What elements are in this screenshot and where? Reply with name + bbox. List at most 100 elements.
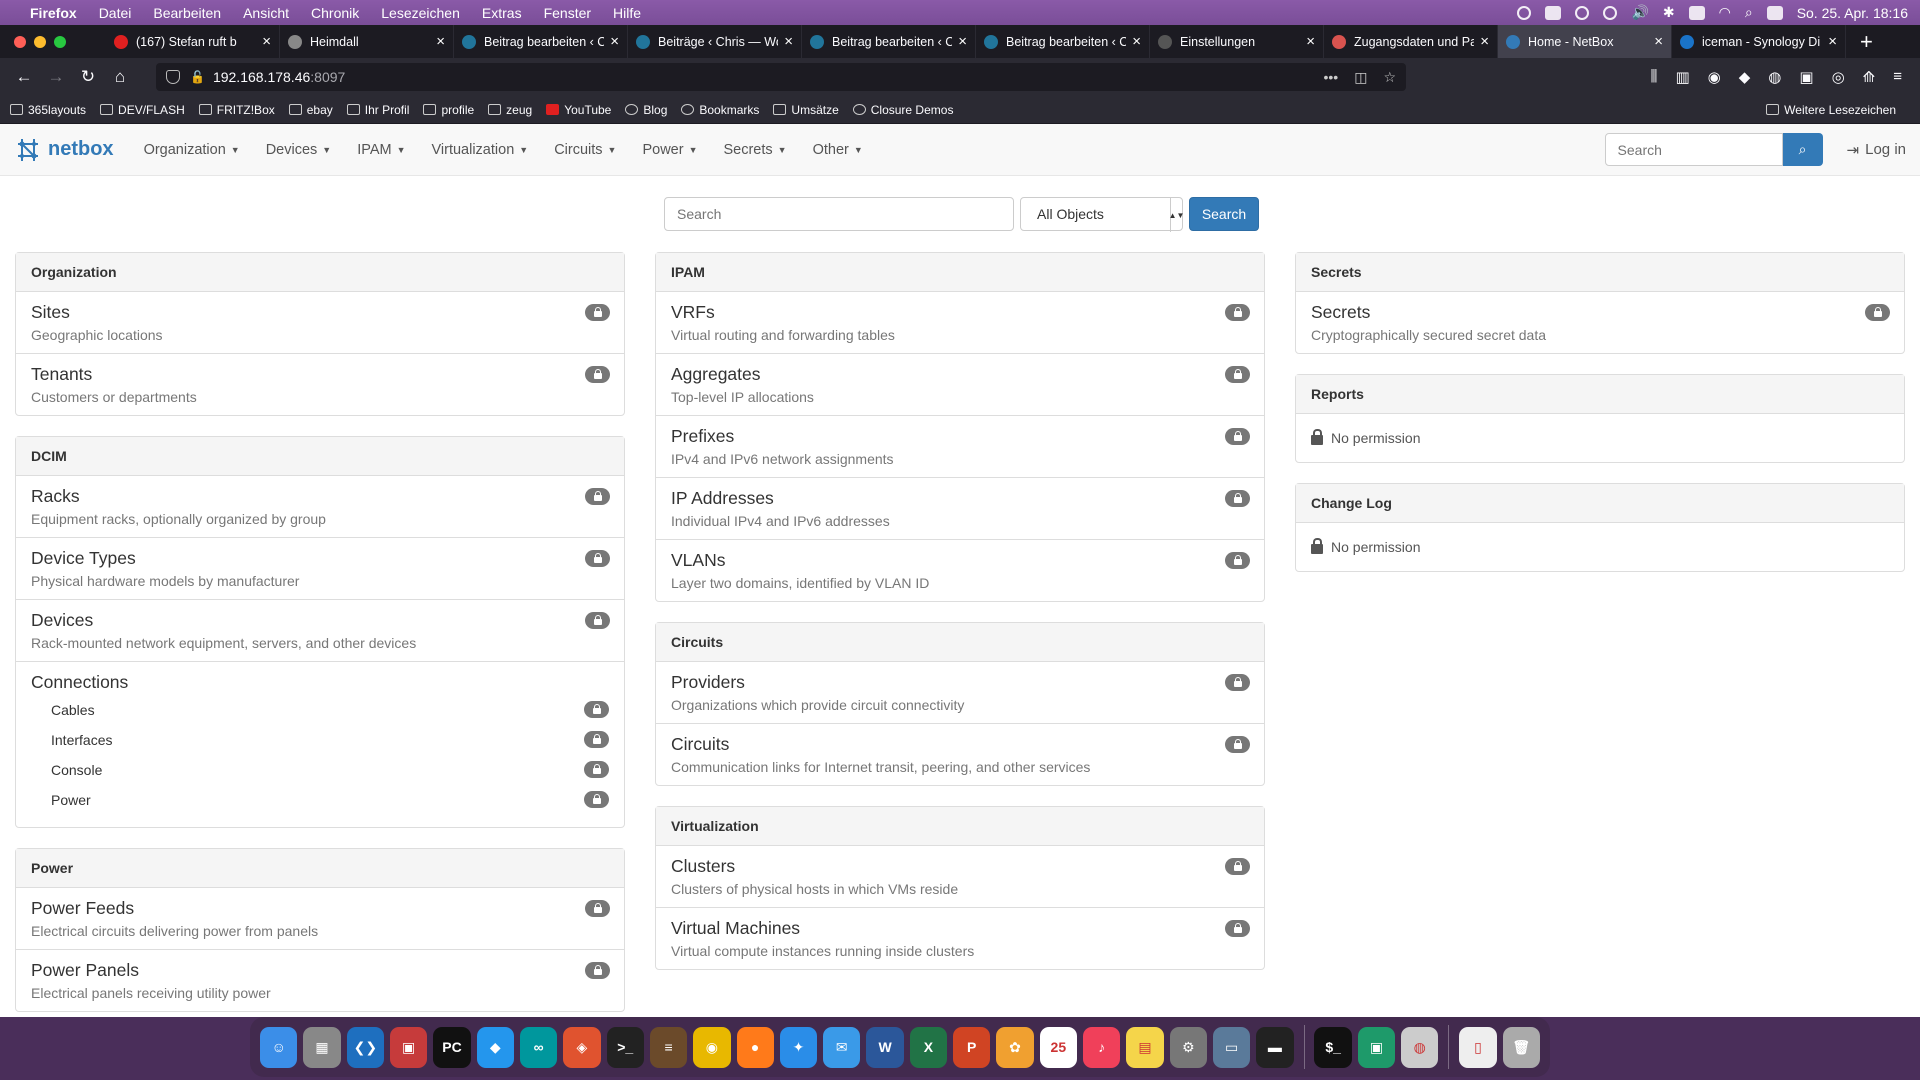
connection-label[interactable]: Power [51, 792, 91, 808]
launchpad-icon[interactable]: ▦ [303, 1026, 341, 1068]
excel-icon[interactable]: X [909, 1026, 948, 1068]
close-icon[interactable]: × [958, 33, 967, 50]
close-icon[interactable]: × [784, 33, 793, 50]
close-icon[interactable]: × [610, 33, 619, 50]
console-icon[interactable]: ▬ [1256, 1026, 1294, 1068]
item-title[interactable]: Racks [31, 486, 609, 507]
browser-tab[interactable]: Beitrag bearbeiten ‹ C × [976, 25, 1150, 58]
forward-icon[interactable]: → [40, 67, 72, 87]
spotlight-icon[interactable]: ⌕ [1745, 4, 1753, 21]
reload-icon[interactable]: ↻ [72, 67, 104, 87]
panel-item-ip-addresses[interactable]: IP Addresses Individual IPv4 and IPv6 add… [656, 478, 1264, 540]
close-icon[interactable]: × [1306, 33, 1315, 50]
panel-item-secrets[interactable]: Secrets Cryptographically secured secret … [1296, 292, 1904, 353]
trash-icon[interactable]: 🗑 [1502, 1026, 1540, 1068]
item-title[interactable]: Power Panels [31, 960, 609, 981]
control-center-icon[interactable] [1766, 5, 1783, 20]
connection-console[interactable]: Console [31, 757, 609, 787]
panel-item-prefixes[interactable]: Prefixes IPv4 and IPv6 network assignment… [656, 416, 1264, 478]
zoom-window-button[interactable] [54, 35, 66, 48]
panel-item-providers[interactable]: Providers Organizations which provide cir… [656, 662, 1264, 724]
volume-icon[interactable]: 🔊 [1631, 4, 1648, 21]
documents-icon[interactable]: ▯ [1459, 1026, 1497, 1068]
close-window-button[interactable] [14, 35, 26, 48]
photos-icon[interactable]: ✿ [996, 1026, 1034, 1068]
bookmark-item[interactable]: Umsätze [773, 103, 839, 117]
item-title[interactable]: Prefixes [671, 426, 1249, 447]
remote-desktop-icon[interactable]: ▣ [390, 1026, 428, 1068]
account-icon[interactable]: ◉ [1708, 68, 1721, 86]
menubar-datetime[interactable]: So. 25. Apr. 18:16 [1797, 5, 1908, 21]
connection-power[interactable]: Power [31, 787, 609, 817]
panel-item-sites[interactable]: Sites Geographic locations [16, 292, 624, 354]
close-icon[interactable]: × [1132, 33, 1141, 50]
browser-tab[interactable]: Beitrag bearbeiten ‹ C × [802, 25, 976, 58]
wifi-icon[interactable]: ◠ [1719, 4, 1731, 21]
browser-tab[interactable]: Beitrag bearbeiten ‹ C × [454, 25, 628, 58]
home-icon[interactable]: ⌂ [104, 67, 136, 87]
connection-label[interactable]: Cables [51, 702, 95, 718]
netbox-logo[interactable]: netbox [14, 136, 114, 164]
global-search-input[interactable] [664, 197, 1014, 231]
tracking-protection-icon[interactable] [166, 70, 180, 84]
close-icon[interactable]: × [436, 33, 445, 50]
bookmark-item[interactable]: 365layouts [10, 103, 86, 117]
close-icon[interactable]: × [1828, 33, 1837, 50]
menu-chronik[interactable]: Chronik [311, 5, 359, 21]
bookmark-item[interactable]: zeug [488, 103, 532, 117]
nav-menu-other[interactable]: Other ▼ [813, 142, 863, 158]
insecure-connection-icon[interactable]: 🔓 [190, 70, 205, 84]
menu-extras[interactable]: Extras [482, 5, 522, 21]
calendar-icon[interactable]: 25 [1039, 1026, 1077, 1068]
panel-item-virtual-machines[interactable]: Virtual Machines Virtual compute instance… [656, 908, 1264, 969]
menu-datei[interactable]: Datei [99, 5, 132, 21]
bookmark-star-icon[interactable]: ☆ [1383, 69, 1396, 86]
item-title[interactable]: Sites [31, 302, 609, 323]
minimize-window-button[interactable] [34, 35, 46, 48]
terminal-icon[interactable]: >_ [606, 1026, 644, 1068]
panel-item-vrfs[interactable]: VRFs Virtual routing and forwarding table… [656, 292, 1264, 354]
object-type-select[interactable]: All Objects ▲▼ [1020, 197, 1184, 232]
bookmark-item[interactable]: FRITZ!Box [198, 103, 275, 117]
panel-item-clusters[interactable]: Clusters Clusters of physical hosts in wh… [656, 846, 1264, 908]
nav-menu-devices[interactable]: Devices ▼ [266, 142, 332, 158]
panel-item-devices[interactable]: Devices Rack-mounted network equipment, s… [16, 600, 624, 662]
item-title[interactable]: Devices [31, 610, 609, 631]
panel-item-vlans[interactable]: VLANs Layer two domains, identified by VL… [656, 540, 1264, 601]
git-icon[interactable]: ◈ [563, 1026, 601, 1068]
pycharm-icon[interactable]: PC [433, 1026, 471, 1068]
menu-hilfe[interactable]: Hilfe [613, 5, 641, 21]
notes-icon[interactable]: ▤ [1126, 1026, 1164, 1068]
docker-icon[interactable]: ◆ [476, 1026, 514, 1068]
menu-lesezeichen[interactable]: Lesezeichen [381, 5, 460, 21]
panel-item-device-types[interactable]: Device Types Physical hardware models by … [16, 538, 624, 600]
library-icon[interactable]: ⫼ [1651, 68, 1658, 86]
extension-5-icon[interactable]: ⟰ [1863, 68, 1876, 86]
menu-app-name[interactable]: Firefox [30, 5, 77, 21]
other-bookmarks[interactable]: Weitere Lesezeichen [1766, 103, 1896, 117]
preview-icon[interactable]: ▭ [1212, 1026, 1251, 1068]
item-title[interactable]: Providers [671, 672, 1249, 693]
iterm-icon[interactable]: $_ [1314, 1026, 1352, 1068]
nav-menu-circuits[interactable]: Circuits ▼ [554, 142, 616, 158]
extension-1-icon[interactable]: ◆ [1739, 68, 1751, 86]
browser-tab[interactable]: iceman - Synology Di × [1672, 25, 1846, 58]
back-icon[interactable]: ← [8, 67, 40, 87]
shield-status-icon[interactable] [1575, 5, 1590, 20]
books-icon[interactable]: ≡ [649, 1026, 688, 1068]
panel-item-circuits[interactable]: Circuits Communication links for Internet… [656, 724, 1264, 785]
item-title[interactable]: Clusters [671, 856, 1249, 877]
pocket-icon[interactable]: ◫ [1354, 69, 1367, 86]
search-icon[interactable]: ⌕ [1782, 133, 1823, 166]
navbar-search-input[interactable] [1604, 133, 1783, 166]
sidebar-icon[interactable]: ▥ [1675, 68, 1689, 86]
browser-tab[interactable]: Home - NetBox × [1498, 25, 1672, 58]
nav-menu-organization[interactable]: Organization ▼ [144, 142, 240, 158]
login-link[interactable]: ⇥ Log in [1847, 141, 1906, 159]
browser-tab[interactable]: Beiträge ‹ Chris — Wo × [628, 25, 802, 58]
cloud-status-icon[interactable] [1545, 5, 1562, 20]
arduino-icon[interactable]: ∞ [519, 1026, 558, 1068]
mail-icon[interactable]: ✉ [823, 1026, 861, 1068]
connection-label[interactable]: Interfaces [51, 732, 112, 748]
item-title[interactable]: Secrets [1311, 302, 1889, 323]
